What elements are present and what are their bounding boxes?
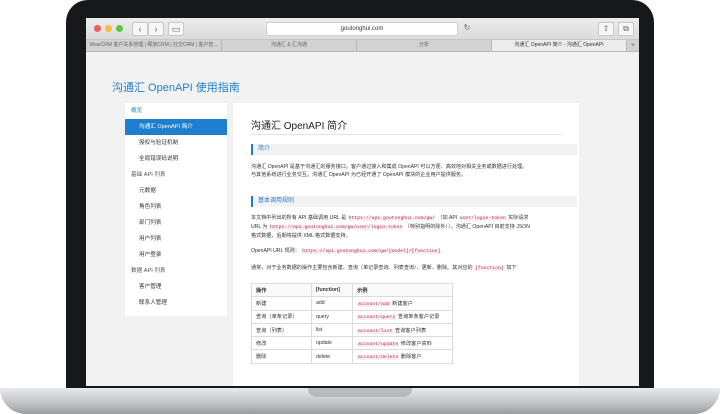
table-row: 查询（列表） list account/list 查询客户列表	[251, 322, 453, 338]
table-cell-function: query	[311, 309, 353, 324]
rules-text-line-2: URL 为 https://api.goutonghui.com/gw/user…	[251, 224, 530, 230]
page-title: 沟通汇 OpenAPI 简介	[251, 121, 348, 132]
forward-button[interactable]: ›	[148, 22, 164, 36]
table-cell-example: account/list 查询客户列表	[352, 322, 453, 338]
minimize-window-button[interactable]	[105, 25, 112, 32]
table-cell-operation: 修改	[251, 336, 312, 351]
title-divider	[251, 134, 561, 135]
function-intro-line: 通常，对于业务数据的操作主要包含新建、查询（单记录查询、列表查询）、更新、删除。…	[251, 265, 517, 271]
tab-analysis[interactable]: 分析	[357, 40, 492, 51]
tab-goutonghui[interactable]: 沟通汇 & 汇沟通	[222, 40, 357, 51]
page: 沟通汇 OpenAPI 使用指南 概览 沟通汇 OpenAPI 简介 授权与验证…	[86, 52, 639, 386]
sidebar-icon: ▭	[171, 24, 181, 34]
share-button[interactable]: ⇧	[598, 22, 614, 36]
intro-text-line-1: 沟通汇 OpenAPI 是基于沟通汇的服务接口。客户通过接入和集成 OpenAP…	[251, 164, 528, 170]
sidebar-item-users[interactable]: 用户列表	[125, 231, 227, 247]
sidebar-item-metadata[interactable]: 元数据	[125, 183, 227, 199]
table-header: 示例	[352, 282, 453, 298]
sidebar-item-customers[interactable]: 客户管理	[125, 279, 227, 295]
chevron-left-icon: ‹	[138, 24, 142, 34]
sidebar-item-openapi-intro[interactable]: 沟通汇 OpenAPI 简介	[125, 119, 227, 135]
sidebar-nav: 概览 沟通汇 OpenAPI 简介 授权与验证机制 全局错误码说明 基础 API…	[125, 103, 227, 316]
table-cell-function: list	[311, 322, 353, 338]
rules-text-line-3: 格式数据，后期将提供 XML 格式数据支持。	[251, 233, 351, 239]
table-cell-operation: 删除	[251, 349, 312, 364]
sidebar-item-roles[interactable]: 角色列表	[125, 199, 227, 215]
address-bar[interactable]: goutonghui.com	[266, 22, 458, 36]
table-cell-function: delete	[311, 349, 353, 364]
tabs-overview-button[interactable]: ⧉	[618, 22, 634, 36]
code-function: [function]	[474, 266, 505, 271]
table-cell-function: add	[311, 296, 353, 311]
sidebar-item-overview[interactable]: 概览	[125, 103, 227, 119]
table-cell-example: account/delete 删除客户	[352, 349, 453, 364]
sidebar-group-data-api[interactable]: 数据 API 列表	[125, 263, 227, 279]
reload-button[interactable]: ↻	[460, 22, 474, 34]
code-login-token: user/login-token	[458, 216, 507, 221]
table-cell-function: update	[311, 336, 353, 351]
tabs-icon: ⧉	[623, 24, 629, 33]
chevron-right-icon: ›	[154, 24, 158, 34]
plus-icon: +	[630, 42, 636, 49]
table-header-row: 操作 [function] 示例	[251, 282, 453, 298]
table-cell-operation: 查询（单条记录）	[251, 309, 312, 324]
maximize-window-button[interactable]	[116, 25, 123, 32]
site-title[interactable]: 沟通汇 OpenAPI 使用指南	[112, 79, 240, 95]
code-base-url: https://api.goutonghui.com/gw/	[347, 216, 436, 221]
table-cell-example: account/query 查询单条客户记录	[352, 309, 453, 324]
sidebar-toggle-button[interactable]: ▭	[168, 22, 184, 36]
table-row: 查询（单条记录） query account/query 查询单条客户记录	[251, 309, 453, 324]
reload-icon: ↻	[463, 23, 471, 32]
tab-wisecrm[interactable]: WiseCRM 客户关系管理 | 释放CRM | 社交CRM | 客户管...	[86, 40, 222, 51]
tab-openapi-intro[interactable]: 沟通汇 OpenAPI 简介 - 沟通汇 OpenAPI	[492, 40, 627, 51]
section-heading-intro: 简介	[251, 144, 577, 155]
close-window-button[interactable]	[94, 25, 101, 32]
table-row: 删除 delete account/delete 删除客户	[251, 349, 453, 364]
table-header: [function]	[311, 282, 353, 298]
sidebar-item-user-login[interactable]: 用户登录	[125, 247, 227, 263]
sidebar-item-error-codes[interactable]: 全局错误码说明	[125, 151, 227, 167]
table-row: 修改 update account/update 修改客户资料	[251, 336, 453, 351]
function-table: 操作 [function] 示例 新建 add account/add 新建客户…	[251, 282, 453, 364]
main-content: 沟通汇 OpenAPI 简介 简介 沟通汇 OpenAPI 是基于沟通汇的服务接…	[233, 103, 579, 386]
sidebar-item-departments[interactable]: 部门列表	[125, 215, 227, 231]
table-cell-example: account/add 新建客户	[352, 296, 453, 311]
url-rule-line: OpenAPI URL 规则： https://api.goutonghui.c…	[251, 248, 442, 254]
rules-text-line-1: 本文档中列出的所有 API 基础调用 URL 是 https://api.gou…	[251, 215, 529, 221]
sidebar-item-contacts[interactable]: 联系人管理	[125, 295, 227, 311]
table-cell-example: account/update 修改客户资料	[352, 336, 453, 351]
table-cell-operation: 查询（列表）	[251, 322, 312, 338]
code-full-login-url: https://api.goutonghui.com/gw/user/login…	[268, 225, 404, 230]
table-cell-operation: 新建	[251, 296, 312, 311]
intro-text-line-2: 与其他系统进行业务交互。沟通汇 OpenAPI 为已经开通了 OpenAPI 模…	[251, 172, 467, 178]
code-url-rule: https://api.goutonghui.com/gw/[model]/[f…	[301, 249, 442, 254]
url-text: goutonghui.com	[340, 26, 384, 32]
section-heading-rules: 基本调用规则	[251, 196, 577, 207]
table-row: 新建 add account/add 新建客户	[251, 296, 453, 311]
tab-bar: WiseCRM 客户关系管理 | 释放CRM | 社交CRM | 客户管... …	[86, 40, 639, 52]
back-button[interactable]: ‹	[132, 22, 148, 36]
screen: ‹ › ▭ goutonghui.com ↻ ⇧ ⧉ WiseCRM 客户关系管…	[86, 18, 639, 386]
laptop-notch	[308, 388, 412, 397]
new-tab-button[interactable]: +	[627, 40, 639, 51]
share-icon: ⇧	[602, 24, 610, 33]
sidebar-item-auth[interactable]: 授权与验证机制	[125, 135, 227, 151]
sidebar-group-basic-api[interactable]: 基础 API 列表	[125, 167, 227, 183]
table-header: 操作	[251, 282, 312, 298]
browser-toolbar: ‹ › ▭ goutonghui.com ↻ ⇧ ⧉	[86, 18, 639, 40]
